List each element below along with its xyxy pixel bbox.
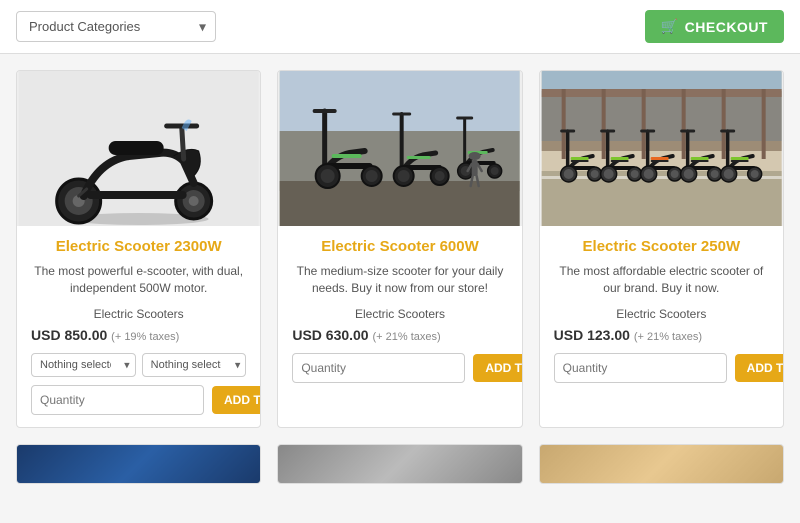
products-grid: Electric Scooter 2300W The most powerful… bbox=[0, 54, 800, 444]
bottom-card-1 bbox=[16, 444, 261, 484]
product-footer-2300w: ADD TO CART bbox=[31, 385, 246, 415]
product-body-2300w: Electric Scooter 2300W The most powerful… bbox=[17, 226, 260, 427]
product-tax-250w: (+ 21% taxes) bbox=[634, 331, 702, 343]
product-image-600w bbox=[278, 71, 521, 226]
cart-icon: 🛒 bbox=[661, 18, 679, 35]
quantity-input-600w[interactable] bbox=[292, 353, 465, 383]
option1-wrapper-2300w: Nothing selected bbox=[31, 353, 136, 377]
product-desc-600w: The medium-size scooter for your daily n… bbox=[292, 263, 507, 297]
product-image-250w bbox=[540, 71, 783, 226]
product-footer-600w: ADD TO CART bbox=[292, 353, 507, 383]
category-filter-wrapper: Product Categories bbox=[16, 11, 216, 42]
product-category-600w: Electric Scooters bbox=[292, 307, 507, 321]
product-name-600w: Electric Scooter 600W bbox=[292, 238, 507, 255]
product-category-2300w: Electric Scooters bbox=[31, 307, 246, 321]
toolbar: Product Categories 🛒 CHECKOUT bbox=[0, 0, 800, 54]
product-options-2300w: Nothing selected Nothing selected bbox=[31, 353, 246, 377]
checkout-label: CHECKOUT bbox=[685, 19, 768, 35]
category-select[interactable]: Product Categories bbox=[16, 11, 216, 42]
option1-select-2300w[interactable]: Nothing selected bbox=[31, 353, 136, 377]
add-to-cart-button-2300w[interactable]: ADD TO CART bbox=[212, 386, 261, 414]
product-price-250w: USD 123.00 (+ 21% taxes) bbox=[554, 327, 769, 343]
checkout-button[interactable]: 🛒 CHECKOUT bbox=[645, 10, 784, 43]
product-body-250w: Electric Scooter 250W The most affordabl… bbox=[540, 226, 783, 427]
option2-select-2300w[interactable]: Nothing selected bbox=[142, 353, 247, 377]
bottom-card-3 bbox=[539, 444, 784, 484]
product-price-2300w: USD 850.00 (+ 19% taxes) bbox=[31, 327, 246, 343]
product-desc-2300w: The most powerful e-scooter, with dual, … bbox=[31, 263, 246, 297]
product-tax-2300w: (+ 19% taxes) bbox=[111, 331, 179, 343]
product-desc-250w: The most affordable electric scooter of … bbox=[554, 263, 769, 297]
bottom-products-row bbox=[0, 444, 800, 500]
add-to-cart-button-600w[interactable]: ADD TO CART bbox=[473, 354, 522, 382]
product-card-250w: Electric Scooter 250W The most affordabl… bbox=[539, 70, 784, 428]
product-price-600w: USD 630.00 (+ 21% taxes) bbox=[292, 327, 507, 343]
bottom-card-2 bbox=[277, 444, 522, 484]
product-card-600w: Electric Scooter 600W The medium-size sc… bbox=[277, 70, 522, 428]
product-name-2300w: Electric Scooter 2300W bbox=[31, 238, 246, 255]
product-category-250w: Electric Scooters bbox=[554, 307, 769, 321]
quantity-input-250w[interactable] bbox=[554, 353, 727, 383]
option2-wrapper-2300w: Nothing selected bbox=[142, 353, 247, 377]
product-tax-600w: (+ 21% taxes) bbox=[373, 331, 441, 343]
product-name-250w: Electric Scooter 250W bbox=[554, 238, 769, 255]
add-to-cart-button-250w[interactable]: ADD TO CART bbox=[735, 354, 784, 382]
product-image-2300w bbox=[17, 71, 260, 226]
product-footer-250w: ADD TO CART bbox=[554, 353, 769, 383]
product-body-600w: Electric Scooter 600W The medium-size sc… bbox=[278, 226, 521, 427]
product-card-2300w: Electric Scooter 2300W The most powerful… bbox=[16, 70, 261, 428]
quantity-input-2300w[interactable] bbox=[31, 385, 204, 415]
